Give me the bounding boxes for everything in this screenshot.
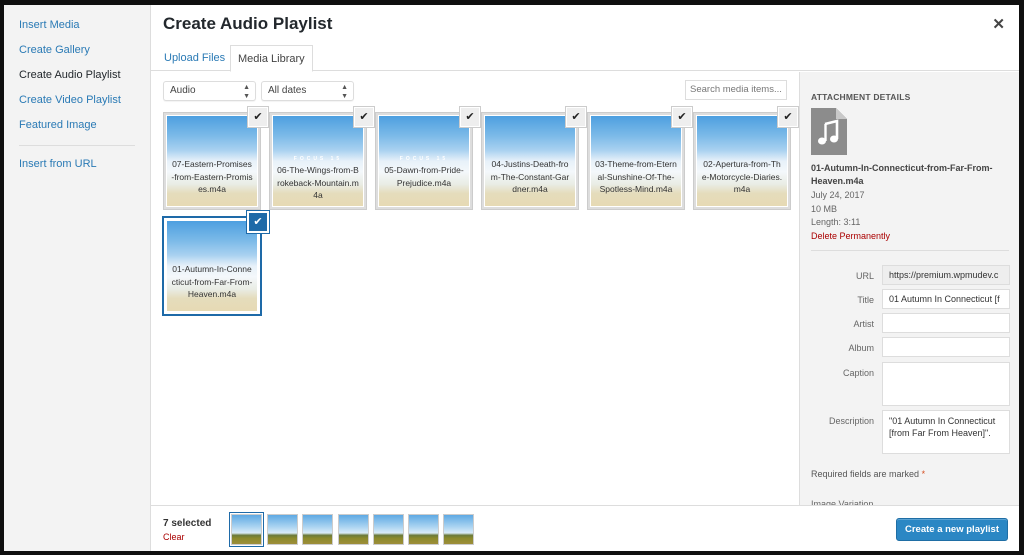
attachment-filename: 07-Eastern-Promises-from-Eastern-Promise… <box>171 159 253 194</box>
artist-field[interactable] <box>882 313 1010 333</box>
selection-count: 7 selected <box>163 518 212 529</box>
check-icon[interactable]: ✔ <box>566 107 586 127</box>
create-playlist-button[interactable]: Create a new playlist <box>896 518 1008 541</box>
details-size: 10 MB <box>811 204 838 214</box>
details-heading: ATTACHMENT DETAILS <box>811 92 911 102</box>
description-label: Description <box>828 416 874 426</box>
select-arrows-icon: ▲ ▼ <box>341 84 348 100</box>
thumbnail-overlay-text: FOCUS 15 <box>399 156 449 162</box>
details-separator <box>811 250 1009 251</box>
audio-thumbnail: 01-Autumn-In-Connecticut-from-Far-From-H… <box>167 221 257 311</box>
thumbnail-overlay-text: FOCUS 15 <box>293 156 343 162</box>
check-icon[interactable]: ✔ <box>672 107 692 127</box>
album-field[interactable] <box>882 337 1010 357</box>
audio-thumbnail: 02-Apertura-from-The-Motorcycle-Diaries.… <box>697 116 787 206</box>
audio-file-icon <box>811 108 847 155</box>
required-note: Required fields are marked * <box>811 469 925 479</box>
title-field[interactable]: 01 Autumn In Connecticut [f <box>882 289 1010 309</box>
modal-title: Create Audio Playlist <box>163 14 333 33</box>
url-field[interactable]: https://premium.wpmudev.c <box>882 265 1010 285</box>
menu-item-create-video-playlist[interactable]: Create Video Playlist <box>4 88 150 113</box>
details-filename: 01-Autumn-In-Connecticut-from-Far-From-H… <box>811 163 993 186</box>
attachment-item[interactable]: FOCUS 15 05-Dawn-from-Pride-Prejudice.m4… <box>375 107 480 210</box>
check-icon[interactable]: ✔ <box>248 107 268 127</box>
audio-thumbnail: 07-Eastern-Promises-from-Eastern-Promise… <box>167 116 257 206</box>
description-field[interactable]: "01 Autumn In Connecticut [from Far From… <box>882 410 1010 454</box>
media-toolbar: Audio ▲ ▼ All dates ▲ ▼ Search media items… <box>151 72 799 102</box>
details-length: Length: 3:11 <box>811 217 861 227</box>
attachment-item[interactable]: 04-Justins-Death-from-The-Constant-Gardn… <box>481 107 586 210</box>
attachment-details-panel: ATTACHMENT DETAILS 01-Autumn-In-Connecti… <box>799 72 1019 505</box>
menu-item-featured-image[interactable]: Featured Image <box>4 113 150 138</box>
attachment-item-current[interactable]: 01-Autumn-In-Connecticut-from-Far-From-H… <box>162 212 268 316</box>
required-star: * <box>921 469 926 479</box>
details-date: July 24, 2017 <box>811 190 865 200</box>
attachment-filename: 06-The-Wings-from-Brokeback-Mountain.m4a <box>277 165 359 200</box>
artist-label: Artist <box>853 319 874 329</box>
check-icon[interactable]: ✔ <box>460 107 480 127</box>
attachment-filename: 01-Autumn-In-Connecticut-from-Far-From-H… <box>171 264 253 299</box>
selection-thumbnail[interactable] <box>373 514 404 545</box>
required-note-text: Required fields are marked <box>811 469 920 479</box>
check-icon[interactable]: ✔ <box>354 107 374 127</box>
menu-item-create-gallery[interactable]: Create Gallery <box>4 38 150 63</box>
tab-media-library[interactable]: Media Library <box>230 45 313 72</box>
selection-thumbnail[interactable] <box>231 514 262 545</box>
attachments-grid: 07-Eastern-Promises-from-Eastern-Promise… <box>151 105 799 505</box>
media-type-filter[interactable]: Audio ▲ ▼ <box>163 81 256 101</box>
modal-title-bar: Create Audio Playlist <box>151 5 1019 41</box>
menu-item-insert-media[interactable]: Insert Media <box>4 13 150 38</box>
audio-thumbnail: FOCUS 15 06-The-Wings-from-Brokeback-Mou… <box>273 116 363 206</box>
caption-label: Caption <box>842 368 874 378</box>
album-label: Album <box>848 343 874 353</box>
media-menu: Insert Media Create Gallery Create Audio… <box>4 5 151 551</box>
menu-separator <box>19 145 135 146</box>
select-arrows-icon: ▲ ▼ <box>243 84 250 100</box>
selection-thumbnail[interactable] <box>443 514 474 545</box>
attachment-filename: 03-Theme-from-Eternal-Sunshine-Of-The-Sp… <box>595 159 677 194</box>
audio-thumbnail: 03-Theme-from-Eternal-Sunshine-Of-The-Sp… <box>591 116 681 206</box>
attachment-item[interactable]: 07-Eastern-Promises-from-Eastern-Promise… <box>163 107 268 210</box>
tab-upload-files[interactable]: Upload Files <box>157 45 232 72</box>
menu-item-insert-from-url[interactable]: Insert from URL <box>4 152 150 177</box>
attachment-item[interactable]: 03-Theme-from-Eternal-Sunshine-Of-The-Sp… <box>587 107 692 210</box>
media-footer: 7 selected Clear Create a new playlist <box>151 505 1019 551</box>
attachment-item[interactable]: FOCUS 15 06-The-Wings-from-Brokeback-Mou… <box>269 107 374 210</box>
delete-permanently-link[interactable]: Delete Permanently <box>811 231 890 241</box>
media-modal: Insert Media Create Gallery Create Audio… <box>4 5 1019 551</box>
caption-field[interactable] <box>882 362 1010 406</box>
attachment-filename: 02-Apertura-from-The-Motorcycle-Diaries.… <box>701 159 783 194</box>
date-filter-value: All dates <box>268 85 307 96</box>
selection-thumbnail[interactable] <box>338 514 369 545</box>
check-icon[interactable]: ✔ <box>778 107 798 127</box>
attachment-filename: 05-Dawn-from-Pride-Prejudice.m4a <box>384 165 464 188</box>
audio-thumbnail: FOCUS 15 05-Dawn-from-Pride-Prejudice.m4… <box>379 116 469 206</box>
date-filter[interactable]: All dates ▲ ▼ <box>261 81 354 101</box>
media-type-value: Audio <box>170 85 196 96</box>
selection-thumbnail[interactable] <box>408 514 439 545</box>
close-icon[interactable]: ✕ <box>992 15 1005 33</box>
selection-thumbnail[interactable] <box>302 514 333 545</box>
attachment-filename: 04-Justins-Death-from-The-Constant-Gardn… <box>490 159 570 194</box>
url-label: URL <box>855 271 874 281</box>
selection-thumbnail[interactable] <box>267 514 298 545</box>
title-label: Title <box>857 295 874 305</box>
attachment-item[interactable]: 02-Apertura-from-The-Motorcycle-Diaries.… <box>693 107 798 210</box>
clear-selection-link[interactable]: Clear <box>163 532 185 542</box>
router-tabs: Upload Files Media Library <box>151 41 1019 72</box>
search-input[interactable]: Search media items... <box>685 80 787 100</box>
check-icon[interactable]: ✔ <box>248 212 268 232</box>
audio-thumbnail: 04-Justins-Death-from-The-Constant-Gardn… <box>485 116 575 206</box>
menu-item-create-audio-playlist[interactable]: Create Audio Playlist <box>4 63 150 88</box>
